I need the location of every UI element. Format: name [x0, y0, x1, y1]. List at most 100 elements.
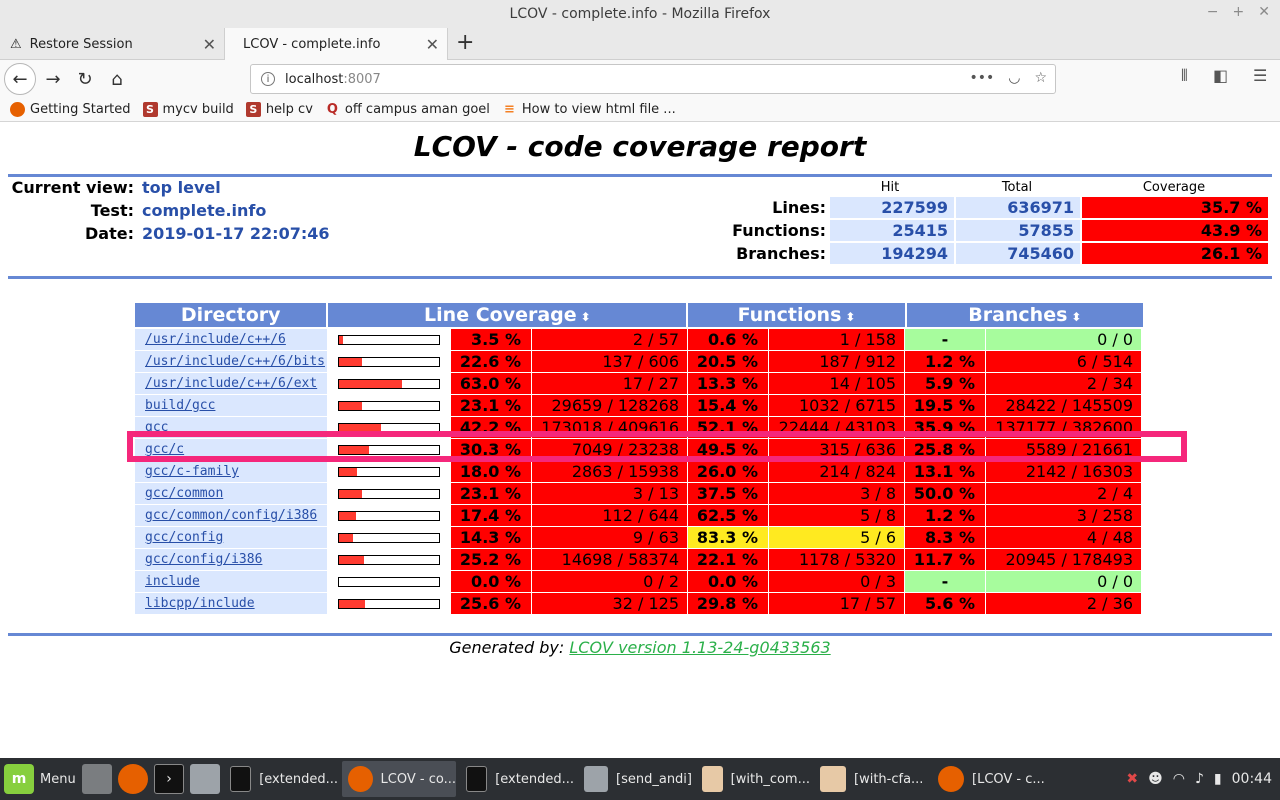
directory-link[interactable]: gcc/c-family	[145, 464, 239, 479]
current-view-value: top level	[142, 178, 221, 197]
tab-lcov[interactable]: LCOV - complete.info ✕	[224, 28, 448, 61]
url-bar[interactable]: i localhost:8007 ••• ◡ ☆	[250, 64, 1056, 94]
summary-total: 57855	[956, 220, 1080, 241]
menu-button[interactable]: m Menu	[4, 764, 76, 794]
table-row: build/gcc 23.1 % 29659 / 128268 15.4 % 1032 …	[135, 395, 1145, 417]
column-branches[interactable]: Branches ⬍	[906, 303, 1143, 327]
branch-percent: 1.2 %	[905, 351, 985, 372]
terminal-launcher-icon[interactable]: ›	[154, 764, 184, 794]
directory-link[interactable]: gcc/config	[145, 530, 223, 545]
reload-button[interactable]: ↻	[70, 64, 100, 94]
back-arrow-icon: ←	[12, 68, 28, 90]
show-desktop-icon[interactable]	[82, 764, 112, 794]
directory-cell: libcpp/include	[135, 593, 327, 614]
tab-restore-session[interactable]: ⚠ Restore Session ✕	[0, 28, 224, 60]
directory-cell: gcc/config	[135, 527, 327, 548]
hamburger-menu-icon[interactable]: ☰	[1253, 66, 1267, 85]
close-tab-icon[interactable]: ✕	[426, 35, 439, 54]
bookmark-label: Getting Started	[30, 102, 131, 117]
date-value: 2019-01-17 22:07:46	[142, 224, 330, 243]
function-percent: 13.3 %	[688, 373, 768, 394]
home-button[interactable]: ⌂	[102, 64, 132, 94]
lcov-version-link[interactable]: LCOV version 1.13-24-g0433563	[569, 638, 830, 657]
forward-button[interactable]: →	[38, 64, 68, 94]
tab-strip: ⚠ Restore Session ✕ LCOV - complete.info…	[0, 28, 1280, 61]
window-controls: − + ✕	[1207, 4, 1270, 20]
taskbar-window-button[interactable]: LCOV - co...	[342, 761, 456, 797]
close-window-icon[interactable]: ✕	[1258, 4, 1270, 20]
column-label: Functions	[737, 304, 842, 326]
taskbar-window-button[interactable]: [extended...	[224, 761, 338, 797]
branch-percent: 13.1 %	[905, 461, 985, 482]
directory-cell: gcc/common	[135, 483, 327, 504]
directory-link[interactable]: /usr/include/c++/6	[145, 332, 286, 347]
taskbar-window-button[interactable]: [extended...	[460, 761, 574, 797]
user-icon[interactable]: ☻	[1148, 771, 1163, 787]
directory-link[interactable]: gcc/config/i386	[145, 552, 262, 567]
bookmark-help-cv[interactable]: Shelp cv	[245, 102, 313, 117]
summary-label: Functions:	[732, 221, 826, 240]
directory-link[interactable]: gcc/common	[145, 486, 223, 501]
function-percent: 20.5 %	[688, 351, 768, 372]
column-line-coverage[interactable]: Line Coverage ⬍	[328, 303, 687, 327]
page-actions-icon[interactable]: •••	[969, 70, 994, 86]
directory-link[interactable]: include	[145, 574, 200, 589]
column-label: Branches	[968, 304, 1068, 326]
taskbar-window-button[interactable]: [with-cfa...	[814, 761, 928, 797]
column-directory[interactable]: Directory	[135, 303, 327, 327]
taskbar-window-label: [LCOV - c...	[972, 771, 1045, 787]
battery-icon[interactable]: ▮	[1214, 771, 1222, 787]
firefox-launcher-icon[interactable]	[118, 764, 148, 794]
bookmark-off-campus[interactable]: Qoff campus aman goel	[325, 102, 490, 117]
taskbar-window-label: [send_andi]	[616, 771, 692, 787]
directory-link[interactable]: /usr/include/c++/6/bits	[145, 354, 325, 369]
back-button[interactable]: ←	[4, 63, 36, 95]
branch-percent: 5.6 %	[905, 593, 985, 614]
coverage-bar	[338, 334, 440, 345]
column-label: Line Coverage	[424, 304, 577, 326]
coverage-bar-fill	[339, 335, 343, 344]
directory-link[interactable]: libcpp/include	[145, 596, 255, 611]
taskbar-window-label: [extended...	[259, 771, 338, 787]
pocket-icon[interactable]: ◡	[1008, 70, 1020, 86]
bookmark-mycv-build[interactable]: Smycv build	[142, 102, 234, 117]
bookmark-star-icon[interactable]: ☆	[1034, 70, 1047, 86]
function-percent: 15.4 %	[688, 395, 768, 416]
url-host: localhost	[285, 71, 344, 87]
minimize-icon[interactable]: −	[1207, 4, 1219, 20]
branch-percent: -	[905, 571, 985, 592]
branch-percent: 50.0 %	[905, 483, 985, 504]
maximize-icon[interactable]: +	[1233, 4, 1245, 20]
library-icon[interactable]: ⫴	[1181, 66, 1188, 86]
sort-icon[interactable]: ⬍	[845, 310, 855, 324]
bookmark-html-file[interactable]: ≡ How to view html file ...	[502, 102, 676, 117]
sidebar-icon[interactable]: ◧	[1213, 66, 1228, 85]
info-icon[interactable]: i	[261, 72, 275, 86]
clock[interactable]: 00:44	[1232, 771, 1272, 787]
volume-icon[interactable]: ♪	[1195, 771, 1204, 787]
shield-icon[interactable]: ✖	[1126, 771, 1138, 787]
function-count: 1032 / 6715	[769, 395, 904, 416]
column-functions[interactable]: Functions ⬍	[688, 303, 905, 327]
taskbar-windows: [extended... LCOV - co... [extended... [sen…	[220, 761, 1046, 797]
close-tab-icon[interactable]: ✕	[203, 35, 216, 54]
summary-head-hit: Hit	[880, 180, 900, 195]
new-tab-icon[interactable]: +	[456, 30, 474, 55]
sort-icon[interactable]: ⬍	[581, 310, 591, 324]
taskbar-window-button[interactable]: [send_andi]	[578, 761, 692, 797]
coverage-bar-fill	[339, 357, 362, 366]
quora-icon: Q	[326, 102, 338, 117]
directory-link[interactable]: build/gcc	[145, 398, 215, 413]
sort-icon[interactable]: ⬍	[1071, 310, 1081, 324]
directory-link[interactable]: gcc/common/config/i386	[145, 508, 317, 523]
branch-count: 2 / 34	[986, 373, 1141, 394]
wifi-icon[interactable]: ◠	[1173, 771, 1185, 787]
branch-count: 2 / 4	[986, 483, 1141, 504]
taskbar-window-button[interactable]: [LCOV - c...	[932, 761, 1046, 797]
bookmark-getting-started[interactable]: Getting Started	[10, 102, 131, 117]
files-launcher-icon[interactable]	[190, 764, 220, 794]
directory-link[interactable]: /usr/include/c++/6/ext	[145, 376, 317, 391]
branch-percent: 8.3 %	[905, 527, 985, 548]
footer-prefix: Generated by:	[449, 638, 565, 657]
taskbar-window-button[interactable]: [with_com...	[696, 761, 810, 797]
